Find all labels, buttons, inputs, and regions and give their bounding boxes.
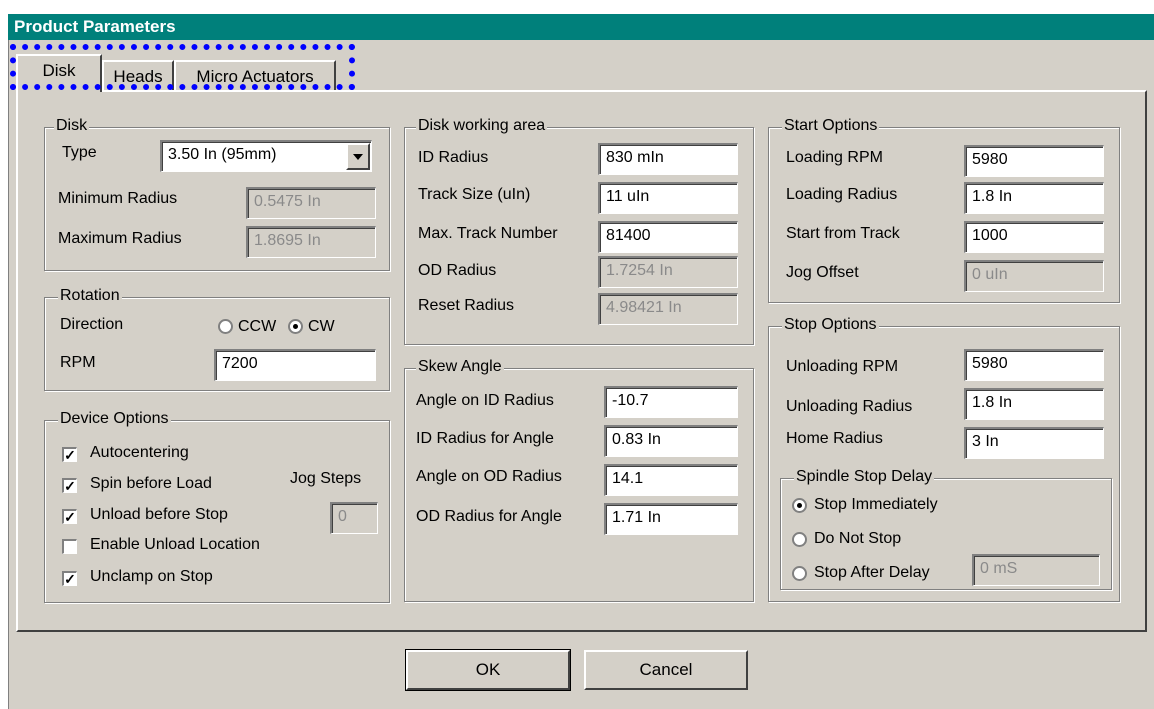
- do-not-stop-radio[interactable]: [792, 532, 807, 547]
- radio-selected-dot: [797, 503, 802, 508]
- direction-label: Direction: [60, 316, 124, 333]
- od-radius-label: OD Radius: [418, 262, 497, 279]
- do-not-stop-label: Do Not Stop: [814, 530, 902, 547]
- disk-type-dropdown[interactable]: 3.50 In (95mm): [160, 140, 372, 172]
- rotation-group-legend: Rotation: [58, 287, 122, 305]
- reset-radius-label: Reset Radius: [418, 297, 515, 314]
- min-radius-label: Minimum Radius: [58, 190, 178, 207]
- jog-steps-label: Jog Steps: [290, 470, 362, 487]
- tab-disk-label: Disk: [42, 61, 76, 80]
- stop-after-delay-radio[interactable]: [792, 566, 807, 581]
- disk-working-area-legend: Disk working area: [416, 117, 548, 135]
- tab-micro-actuators-label: Micro Actuators: [196, 67, 314, 86]
- id-for-angle-label: ID Radius for Angle: [416, 430, 554, 447]
- spin-before-load-checkbox[interactable]: ✓: [62, 478, 77, 493]
- unclamp-on-stop-checkbox[interactable]: ✓: [62, 571, 77, 586]
- chevron-down-icon: [353, 154, 363, 160]
- home-radius-field[interactable]: 3 In: [964, 427, 1104, 459]
- id-for-angle-field[interactable]: 0.83 In: [604, 425, 738, 457]
- track-size-field[interactable]: 11 uIn: [598, 182, 738, 214]
- cw-radio[interactable]: [288, 319, 303, 334]
- unload-before-stop-checkbox[interactable]: ✓: [62, 509, 77, 524]
- ccw-label: CCW: [238, 318, 277, 335]
- angle-id-label: Angle on ID Radius: [416, 392, 554, 409]
- autocentering-label: Autocentering: [90, 444, 189, 461]
- tab-disk[interactable]: Disk: [16, 54, 102, 92]
- min-radius-field: 0.5475 In: [246, 187, 376, 219]
- loading-rpm-field[interactable]: 5980: [964, 145, 1104, 177]
- angle-od-field[interactable]: 14.1: [604, 464, 738, 496]
- max-track-label: Max. Track Number: [418, 225, 558, 242]
- max-track-field[interactable]: 81400: [598, 221, 738, 253]
- spindle-stop-delay-legend: Spindle Stop Delay: [794, 468, 935, 486]
- od-for-angle-field[interactable]: 1.71 In: [604, 503, 738, 535]
- track-size-label: Track Size (uIn): [418, 186, 531, 203]
- tab-heads-label: Heads: [113, 67, 163, 86]
- stop-immediately-radio[interactable]: [792, 498, 807, 513]
- loading-radius-label: Loading Radius: [786, 186, 898, 203]
- od-for-angle-label: OD Radius for Angle: [416, 508, 562, 525]
- tab-micro-actuators[interactable]: Micro Actuators: [174, 60, 336, 90]
- cancel-button[interactable]: Cancel: [584, 650, 748, 690]
- unloading-radius-label: Unloading Radius: [786, 398, 913, 415]
- stop-options-legend: Stop Options: [782, 316, 879, 334]
- ok-button[interactable]: OK: [405, 649, 571, 691]
- unloading-rpm-field[interactable]: 5980: [964, 349, 1104, 381]
- unload-before-stop-label: Unload before Stop: [90, 506, 228, 523]
- start-track-field[interactable]: 1000: [964, 221, 1104, 253]
- home-radius-label: Home Radius: [786, 430, 883, 447]
- jog-steps-field: 0: [330, 502, 378, 534]
- skew-angle-legend: Skew Angle: [416, 358, 504, 376]
- start-track-label: Start from Track: [786, 225, 900, 242]
- max-radius-field: 1.8695 In: [246, 226, 376, 258]
- rpm-field[interactable]: 7200: [214, 349, 376, 381]
- unloading-radius-field[interactable]: 1.8 In: [964, 388, 1104, 420]
- stop-delay-field: 0 mS: [972, 554, 1100, 586]
- angle-id-field[interactable]: -10.7: [604, 386, 738, 418]
- device-options-legend: Device Options: [58, 410, 171, 428]
- loading-rpm-label: Loading RPM: [786, 149, 883, 166]
- disk-type-label: Type: [62, 144, 97, 161]
- angle-od-label: Angle on OD Radius: [416, 468, 562, 485]
- radio-selected-dot: [293, 324, 298, 329]
- jog-offset-field: 0 uIn: [964, 260, 1104, 292]
- loading-radius-field[interactable]: 1.8 In: [964, 182, 1104, 214]
- title-bar[interactable]: Product Parameters: [8, 14, 1154, 40]
- rpm-label: RPM: [60, 354, 96, 371]
- cw-label: CW: [308, 318, 335, 335]
- disk-type-value: 3.50 In (95mm): [168, 146, 277, 163]
- id-radius-field[interactable]: 830 mIn: [598, 143, 738, 175]
- unloading-rpm-label: Unloading RPM: [786, 358, 899, 375]
- disk-group-legend: Disk: [54, 117, 90, 135]
- enable-unload-location-label: Enable Unload Location: [90, 536, 260, 553]
- unclamp-on-stop-label: Unclamp on Stop: [90, 568, 213, 585]
- autocentering-checkbox[interactable]: ✓: [62, 447, 77, 462]
- id-radius-label: ID Radius: [418, 149, 489, 166]
- window-title: Product Parameters: [14, 17, 176, 36]
- tab-heads[interactable]: Heads: [102, 60, 174, 90]
- dropdown-button[interactable]: [346, 143, 370, 170]
- ccw-radio[interactable]: [218, 319, 233, 334]
- od-radius-field: 1.7254 In: [598, 256, 738, 288]
- stop-immediately-label: Stop Immediately: [814, 496, 938, 513]
- reset-radius-field: 4.98421 In: [598, 293, 738, 325]
- jog-offset-label: Jog Offset: [786, 264, 859, 281]
- spin-before-load-label: Spin before Load: [90, 475, 212, 492]
- start-options-legend: Start Options: [782, 117, 880, 135]
- enable-unload-location-checkbox[interactable]: [62, 539, 77, 554]
- stop-after-delay-label: Stop After Delay: [814, 564, 930, 581]
- max-radius-label: Maximum Radius: [58, 230, 182, 247]
